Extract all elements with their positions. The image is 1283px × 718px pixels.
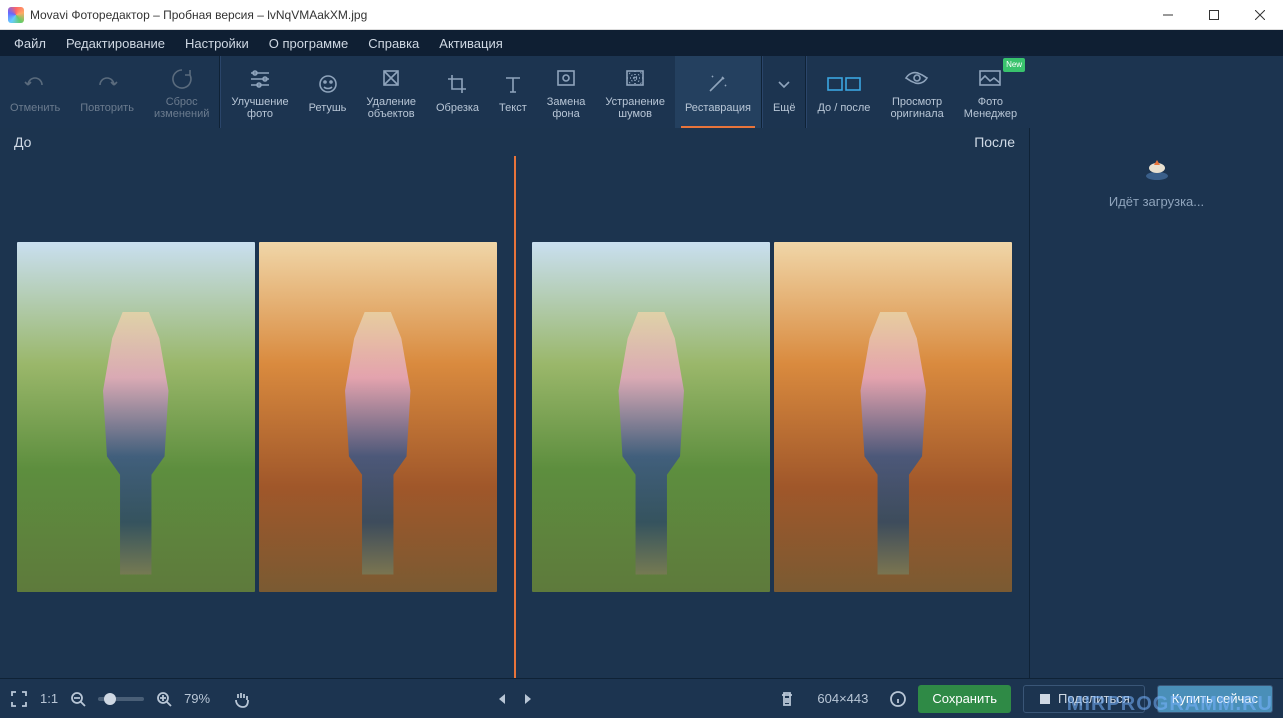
reset-button[interactable]: Сброс изменений [144,56,219,128]
redo-button[interactable]: Повторить [70,56,144,128]
menu-about[interactable]: О программе [259,32,359,55]
minimize-button[interactable] [1145,0,1191,30]
wand-icon [705,70,731,98]
after-image [532,242,1012,592]
menu-activation[interactable]: Активация [429,32,512,55]
menu-bar: Файл Редактирование Настройки О программ… [0,30,1283,56]
maximize-button[interactable] [1191,0,1237,30]
eye-icon [904,64,930,92]
chevron-down-icon [774,70,794,98]
new-badge: New [1003,58,1025,72]
zoom-in-button[interactable] [156,691,172,707]
gallery-icon [977,64,1003,92]
crop-icon [445,70,471,98]
before-image [17,242,497,592]
zoom-ratio-button[interactable]: 1:1 [40,691,58,706]
before-after-header: До После [0,128,1029,156]
redo-icon [94,70,120,98]
delete-button[interactable] [779,690,795,708]
loading-text: Идёт загрузка... [1109,194,1204,209]
share-button[interactable]: Поделиться [1023,685,1145,713]
before-label: До [14,134,31,150]
prev-button[interactable] [495,692,509,706]
fullscreen-button[interactable] [10,690,28,708]
canvas-body[interactable] [0,156,1029,678]
zoom-out-button[interactable] [70,691,86,707]
view-original-button[interactable]: Просмотр оригинала [880,56,953,128]
remove-objects-button[interactable]: Удаление объектов [356,56,426,128]
after-pane [516,156,1030,678]
close-button[interactable] [1237,0,1283,30]
background-icon [553,64,579,92]
undo-button[interactable]: Отменить [0,56,70,128]
after-label: После [974,134,1015,150]
side-panel: Идёт загрузка... [1029,128,1283,678]
noise-icon [622,64,648,92]
more-button[interactable]: Ещё [763,56,806,128]
toolbar: Отменить Повторить Сброс изменений Улучш… [0,56,1283,128]
loading-icon [1143,158,1171,182]
pan-button[interactable] [232,690,250,708]
app-logo-icon [8,7,24,23]
window-titlebar: Movavi Фоторедактор – Пробная версия – l… [0,0,1283,30]
face-icon [315,70,341,98]
window-title: Movavi Фоторедактор – Пробная версия – l… [30,8,367,22]
text-icon [500,70,526,98]
menu-settings[interactable]: Настройки [175,32,259,55]
noise-button[interactable]: Устранение шумов [595,56,675,128]
menu-file[interactable]: Файл [4,32,56,55]
before-after-button[interactable]: До / после [807,56,880,128]
reset-icon [169,64,195,92]
save-button[interactable]: Сохранить [918,685,1011,713]
retouch-button[interactable]: Ретушь [299,56,357,128]
compare-icon [827,70,861,98]
image-dimensions: 604×443 [817,691,868,706]
sliders-icon [247,64,273,92]
photo-manager-button[interactable]: New Фото Менеджер [954,56,1027,128]
eraser-icon [378,64,404,92]
next-button[interactable] [521,692,535,706]
zoom-slider[interactable] [98,697,144,701]
info-button[interactable] [890,691,906,707]
canvas-area: До После [0,128,1029,678]
crop-button[interactable]: Обрезка [426,56,489,128]
buy-button[interactable]: Купить сейчас [1157,685,1273,713]
menu-help[interactable]: Справка [358,32,429,55]
zoom-percent: 79% [184,691,210,706]
bottom-bar: 1:1 79% 604×443 Сохранить Поделиться Куп… [0,678,1283,718]
text-button[interactable]: Текст [489,56,537,128]
restoration-button[interactable]: Реставрация [675,56,761,128]
undo-icon [22,70,48,98]
menu-edit[interactable]: Редактирование [56,32,175,55]
enhance-button[interactable]: Улучшение фото [221,56,298,128]
before-pane [0,156,514,678]
workspace: До После Идёт загрузка... [0,128,1283,678]
background-button[interactable]: Замена фона [537,56,596,128]
